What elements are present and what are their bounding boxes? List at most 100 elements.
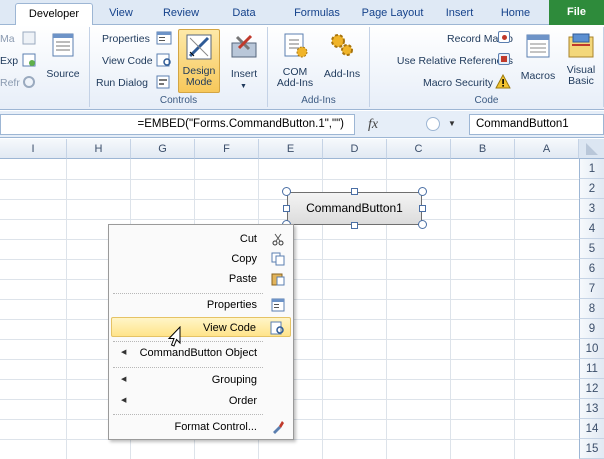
row-header[interactable]: 3	[579, 199, 604, 219]
row-header[interactable]: 8	[579, 299, 604, 319]
menu-item-cut[interactable]: Cut	[111, 229, 291, 249]
properties-icon	[271, 298, 285, 312]
resize-handle[interactable]	[418, 220, 427, 229]
select-all-corner[interactable]	[579, 139, 604, 159]
use-relative-references-button[interactable]: Use Relative References	[397, 55, 513, 67]
paste-icon	[271, 273, 285, 286]
row-header[interactable]: 15	[579, 439, 604, 459]
insert-function-icon[interactable]: fx	[358, 114, 388, 135]
design-mode-button[interactable]: Design Mode	[178, 29, 220, 93]
menu-item-label: Format Control...	[174, 421, 257, 433]
map-properties-button[interactable]: Ma	[0, 33, 15, 45]
view-code-button[interactable]: View Code	[102, 55, 153, 67]
menu-item-label: Cut	[239, 233, 257, 245]
row-header[interactable]: 13	[579, 399, 604, 419]
row-header[interactable]: 14	[579, 419, 604, 439]
code-group-label: Code	[474, 95, 499, 106]
row-header[interactable]: 7	[579, 279, 604, 299]
tab-page-layout[interactable]: Page Layout	[355, 3, 430, 25]
row-header[interactable]: 11	[579, 359, 604, 379]
column-header-i[interactable]: I	[0, 139, 67, 159]
scissors-icon	[272, 233, 284, 246]
insert-controls-button[interactable]: Insert ▼	[224, 31, 264, 90]
tab-review[interactable]: Review	[156, 3, 206, 25]
com-addins-button[interactable]: COM Add-Ins	[274, 31, 316, 89]
addins-button[interactable]: Add-Ins	[320, 31, 364, 80]
controls-group-label: Controls	[159, 95, 198, 106]
source-button[interactable]: Source	[44, 31, 82, 80]
macro-security-button[interactable]: Macro Security	[423, 77, 493, 89]
tab-insert[interactable]: Insert	[437, 3, 482, 25]
column-header-f[interactable]: F	[195, 139, 259, 159]
menu-item-order[interactable]: ◀ Order	[111, 391, 291, 411]
mouse-pointer-icon	[167, 326, 181, 347]
view-code-label: View Code	[102, 55, 153, 67]
menu-item-label: Paste	[228, 273, 257, 285]
formula-bar: CommandButton1 ▼ fx =EMBED("Forms.Comman…	[0, 111, 604, 138]
controls-group: Insert ▼ Design Mode Properties View Code…	[90, 27, 268, 107]
tab-data[interactable]: Data	[224, 3, 264, 25]
expansion-packs-icon	[22, 53, 36, 67]
menu-item-format-control[interactable]: Format Control...	[111, 417, 291, 437]
menu-item-paste[interactable]: Paste	[111, 269, 291, 289]
tab-view[interactable]: View	[101, 3, 141, 25]
resize-handle[interactable]	[283, 205, 290, 212]
row-header[interactable]: 6	[579, 259, 604, 279]
ribbon: Visual Basic Macros Record Macro Use Rela…	[0, 25, 604, 110]
map-properties-icon	[22, 31, 36, 45]
code-group: Visual Basic Macros Record Macro Use Rela…	[370, 27, 604, 107]
row-header[interactable]: 10	[579, 339, 604, 359]
properties-button[interactable]: Properties	[102, 33, 150, 45]
tab-file[interactable]: File	[549, 0, 604, 25]
resize-handle[interactable]	[418, 187, 427, 196]
resize-handle[interactable]	[351, 222, 358, 229]
column-header-d[interactable]: D	[323, 139, 387, 159]
command-button[interactable]: CommandButton1	[287, 192, 422, 225]
gears-icon	[331, 34, 353, 56]
tab-developer[interactable]: Developer	[15, 3, 93, 25]
menu-item-copy[interactable]: Copy	[111, 249, 291, 269]
column-header-b[interactable]: B	[451, 139, 515, 159]
row-header[interactable]: 5	[579, 239, 604, 259]
copy-icon	[271, 252, 285, 266]
excel-window: File Home Insert Page Layout Formulas Da…	[0, 0, 604, 459]
menu-item-view-code[interactable]: View Code	[111, 317, 291, 337]
menu-item-commandbutton-object[interactable]: ◀ CommandButton Object	[111, 343, 291, 363]
resize-handle[interactable]	[282, 187, 291, 196]
formula-input[interactable]: =EMBED("Forms.CommandButton.1","")	[0, 114, 355, 135]
column-header-h[interactable]: H	[67, 139, 131, 159]
refresh-data-button[interactable]: Refr	[0, 77, 20, 89]
menu-item-grouping[interactable]: ◀ Grouping	[111, 370, 291, 390]
ribbon-tab-bar: File Home Insert Page Layout Formulas Da…	[0, 0, 604, 25]
name-box[interactable]: CommandButton1	[469, 114, 604, 135]
expansion-packs-button[interactable]: Exp	[0, 55, 18, 67]
view-code-icon	[156, 53, 171, 67]
use-relative-references-label: Use Relative References	[396, 55, 513, 67]
design-mode-icon	[186, 34, 212, 60]
column-header-g[interactable]: G	[131, 139, 195, 159]
resize-handle[interactable]	[419, 205, 426, 212]
resize-handle[interactable]	[351, 188, 358, 195]
properties-label: Properties	[102, 33, 150, 45]
row-header[interactable]: 9	[579, 319, 604, 339]
name-box-dropdown-icon[interactable]: ▼	[448, 119, 456, 128]
tab-formulas[interactable]: Formulas	[286, 3, 348, 25]
column-header-a[interactable]: A	[515, 139, 579, 159]
run-dialog-label: Run Dialog	[96, 77, 148, 89]
expansion-packs-label: Exp	[0, 55, 19, 67]
tab-home[interactable]: Home	[493, 3, 538, 25]
visual-basic-button[interactable]: Visual Basic	[560, 31, 602, 87]
row-header[interactable]: 12	[579, 379, 604, 399]
column-header-c[interactable]: C	[387, 139, 451, 159]
macros-button[interactable]: Macros	[518, 31, 558, 82]
row-header[interactable]: 2	[579, 179, 604, 199]
row-header[interactable]: 4	[579, 219, 604, 239]
menu-item-properties[interactable]: Properties	[111, 295, 291, 315]
source-icon	[52, 33, 74, 57]
formula-bar-splitter-icon[interactable]	[426, 117, 440, 131]
visual-basic-icon	[568, 33, 594, 58]
run-dialog-button[interactable]: Run Dialog	[96, 77, 148, 89]
row-header[interactable]: 1	[579, 159, 604, 179]
addins-label: Add-Ins	[323, 68, 361, 80]
column-header-e[interactable]: E	[259, 139, 323, 159]
